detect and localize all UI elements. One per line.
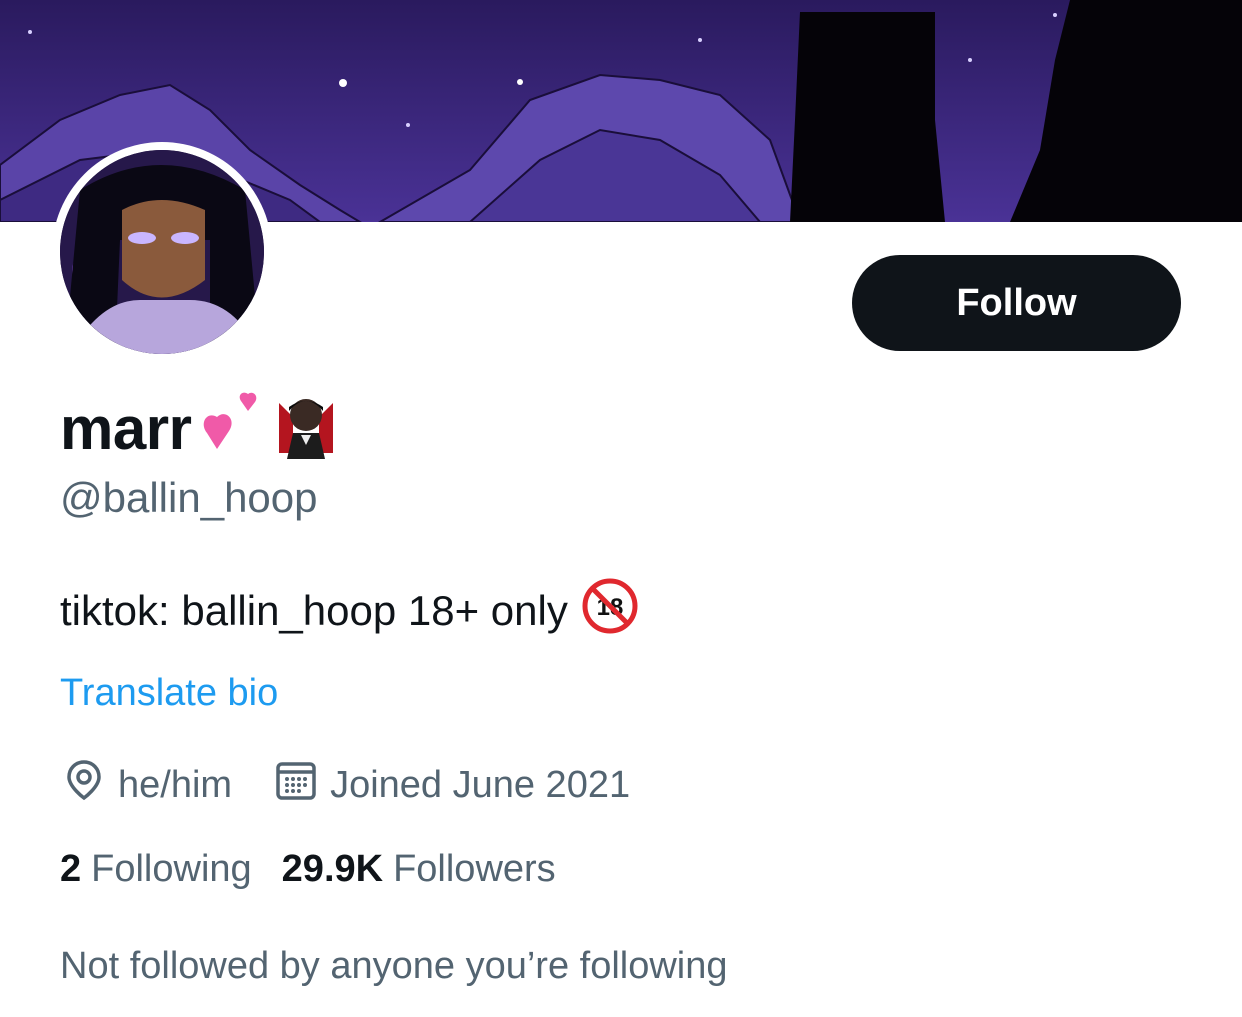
vampire-icon	[273, 393, 339, 464]
profile-meta: he/him Joined June 2021	[62, 758, 672, 812]
follow-button[interactable]: Follow	[852, 255, 1181, 351]
location-pin-icon	[62, 758, 106, 812]
joined-date: Joined June 2021	[330, 763, 631, 806]
followers-link[interactable]: 29.9K Followers	[282, 848, 556, 891]
no-one-under-eighteen-icon: 18	[582, 578, 638, 644]
bio: tiktok: ballin_hoop 18+ only 18	[60, 578, 638, 644]
joined-item: Joined June 2021	[274, 758, 630, 812]
two-hearts-icon	[197, 391, 267, 466]
display-name-row: marr	[60, 388, 339, 468]
translate-bio-link[interactable]: Translate bio	[60, 672, 278, 715]
followers-label: Followers	[393, 848, 556, 890]
location-item: he/him	[62, 758, 232, 812]
following-link[interactable]: 2 Following	[60, 848, 252, 891]
following-label: Following	[91, 848, 252, 890]
display-name: marr	[60, 394, 192, 462]
following-count: 2	[60, 848, 82, 890]
bio-text: tiktok: ballin_hoop 18+ only	[60, 587, 568, 634]
calendar-icon	[274, 758, 318, 812]
pronouns: he/him	[118, 763, 233, 806]
followers-count: 29.9K	[281, 848, 384, 890]
mutual-followers-note: Not followed by anyone you’re following	[60, 945, 728, 987]
avatar[interactable]	[60, 150, 264, 354]
follow-stats: 2 Following 29.9K Followers	[60, 848, 586, 891]
handle: @ballin_hoop	[60, 474, 318, 521]
